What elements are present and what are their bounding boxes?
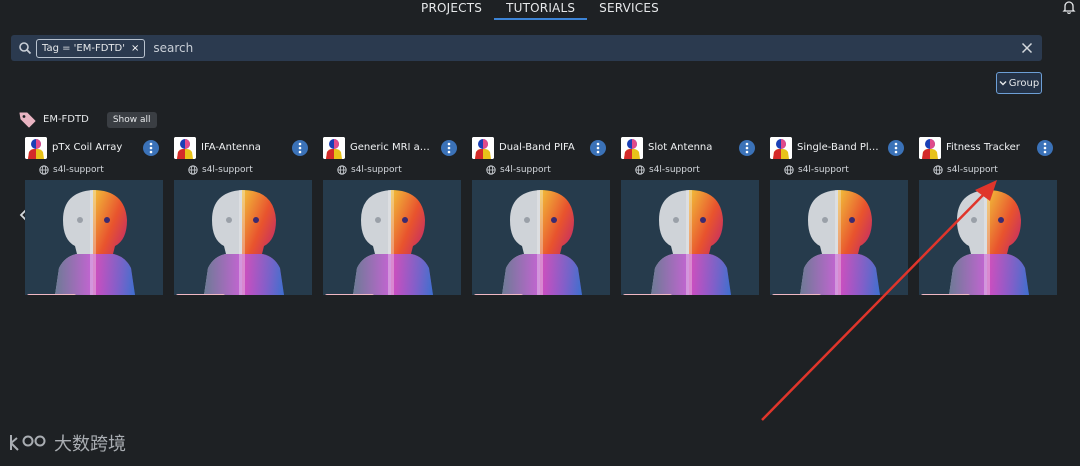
tutorial-owner-name: s4l-support <box>798 165 849 175</box>
tutorial-card[interactable]: Generic MRI and ... s4l-support <box>323 137 461 297</box>
top-nav: PROJECTS TUTORIALS SERVICES <box>0 0 1080 20</box>
tutorial-owner-name: s4l-support <box>53 165 104 175</box>
tutorial-tag-badge: EM-FDTD <box>474 294 523 295</box>
globe-icon <box>188 165 198 175</box>
tutorial-thumbnail-image <box>621 180 759 295</box>
tutorial-owner-name: s4l-support <box>202 165 253 175</box>
tutorial-thumbnail[interactable]: EM-FDTD Mar 11 <box>472 180 610 295</box>
tutorial-owner: s4l-support <box>188 165 253 175</box>
close-icon[interactable] <box>1021 42 1033 54</box>
tutorial-thumbnail[interactable]: EM-FDTD Mar 11 <box>919 180 1057 295</box>
tutorial-tag-badge: EM-FDTD <box>325 294 374 295</box>
search-input[interactable] <box>153 41 1021 55</box>
tutorial-thumbnail-image <box>770 180 908 295</box>
tutorial-owner: s4l-support <box>784 165 849 175</box>
tab-tutorials[interactable]: TUTORIALS <box>494 0 588 20</box>
filter-chip[interactable]: Tag = 'EM-FDTD' × <box>36 38 146 58</box>
section-title: EM-FDTD <box>43 114 89 125</box>
tutorial-card[interactable]: Single-Band Pla... s4l-support <box>770 137 908 297</box>
tutorial-thumbnail[interactable]: EM-FDTD Mar 11 <box>174 180 312 295</box>
tutorial-card[interactable]: Fitness Tracker s4l-support <box>919 137 1057 297</box>
tutorial-owner: s4l-support <box>933 165 998 175</box>
globe-icon <box>337 165 347 175</box>
filter-chip-label: Tag = 'EM-FDTD' <box>42 42 125 54</box>
tutorial-avatar <box>25 137 47 159</box>
tutorial-title[interactable]: Single-Band Pla... <box>797 142 881 153</box>
more-options-icon[interactable] <box>589 139 607 157</box>
tutorial-thumbnail-image <box>472 180 610 295</box>
search-icon <box>19 42 32 55</box>
tutorial-thumbnail[interactable]: EM-FDTD Mar 11 <box>621 180 759 295</box>
more-options-icon[interactable] <box>1036 139 1054 157</box>
tutorial-title[interactable]: pTx Coil Array <box>52 142 136 153</box>
tutorial-owner: s4l-support <box>486 165 551 175</box>
chevron-down-icon <box>999 81 1007 86</box>
more-options-icon[interactable] <box>887 139 905 157</box>
tutorial-owner-name: s4l-support <box>500 165 551 175</box>
more-options-icon[interactable] <box>738 139 756 157</box>
tutorial-card[interactable]: pTx Coil Array s4l-support <box>25 137 163 297</box>
tutorial-title[interactable]: IFA-Antenna <box>201 142 285 153</box>
tab-projects[interactable]: PROJECTS <box>409 0 494 20</box>
tutorial-avatar <box>621 137 643 159</box>
tutorial-avatar-image <box>25 137 47 159</box>
tutorial-avatar-image <box>919 137 941 159</box>
more-options-icon[interactable] <box>142 139 160 157</box>
tutorial-thumbnail[interactable]: EM-FDTD Mar 11 <box>323 180 461 295</box>
tutorial-tag-badge: EM-FDTD <box>772 294 821 295</box>
tutorial-avatar-image <box>472 137 494 159</box>
tutorial-avatar <box>472 137 494 159</box>
tutorial-tag-badge: EM-FDTD <box>27 294 76 295</box>
tutorial-avatar-image <box>323 137 345 159</box>
tutorial-owner-name: s4l-support <box>351 165 402 175</box>
watermark-logo-icon <box>10 435 46 451</box>
tutorial-owner: s4l-support <box>635 165 700 175</box>
chip-close-icon[interactable]: × <box>131 43 139 54</box>
tutorial-thumbnail-image <box>323 180 461 295</box>
globe-icon <box>635 165 645 175</box>
tutorial-avatar-image <box>621 137 643 159</box>
tutorial-owner-name: s4l-support <box>947 165 998 175</box>
tab-services[interactable]: SERVICES <box>587 0 671 20</box>
tutorial-card[interactable]: Dual-Band PIFA s4l-support <box>472 137 610 297</box>
tutorial-avatar <box>770 137 792 159</box>
search-bar: Tag = 'EM-FDTD' × <box>11 35 1042 61</box>
tutorial-avatar <box>323 137 345 159</box>
globe-icon <box>39 165 49 175</box>
group-button-label: Group <box>1008 77 1040 89</box>
more-options-icon[interactable] <box>291 139 309 157</box>
globe-icon <box>486 165 496 175</box>
tutorial-avatar-image <box>770 137 792 159</box>
watermark: 大数跨境 <box>8 430 126 456</box>
tutorial-avatar-image <box>174 137 196 159</box>
tutorial-thumbnail-image <box>25 180 163 295</box>
tutorial-thumbnail[interactable]: EM-FDTD Mar 11 <box>25 180 163 295</box>
globe-icon <box>784 165 794 175</box>
tutorial-avatar <box>919 137 941 159</box>
tutorial-title[interactable]: Generic MRI and ... <box>350 142 434 153</box>
globe-icon <box>933 165 943 175</box>
show-all-button[interactable]: Show all <box>106 111 157 128</box>
more-options-icon[interactable] <box>440 139 458 157</box>
tutorial-thumbnail-image <box>919 180 1057 295</box>
section-header: EM-FDTD Show all <box>18 110 157 129</box>
tutorial-owner: s4l-support <box>337 165 402 175</box>
tutorial-tag-badge: EM-FDTD <box>921 294 970 295</box>
bell-icon[interactable] <box>1062 0 1076 14</box>
tutorial-card[interactable]: Slot Antenna s4l-support <box>621 137 759 297</box>
tutorial-title[interactable]: Slot Antenna <box>648 142 732 153</box>
tutorial-title[interactable]: Dual-Band PIFA <box>499 142 583 153</box>
tutorial-owner-name: s4l-support <box>649 165 700 175</box>
tutorial-avatar <box>174 137 196 159</box>
tag-icon <box>19 112 36 128</box>
tutorial-thumbnail[interactable]: EM-FDTD Mar 11 <box>770 180 908 295</box>
tutorial-tag-badge: EM-FDTD <box>623 294 672 295</box>
group-button[interactable]: Group <box>996 72 1042 94</box>
tutorial-owner: s4l-support <box>39 165 104 175</box>
tutorial-title[interactable]: Fitness Tracker <box>946 142 1030 153</box>
tutorial-tag-badge: EM-FDTD <box>176 294 225 295</box>
tutorial-thumbnail-image <box>174 180 312 295</box>
tutorial-card[interactable]: IFA-Antenna s4l-support <box>174 137 312 297</box>
watermark-text: 大数跨境 <box>54 434 126 455</box>
